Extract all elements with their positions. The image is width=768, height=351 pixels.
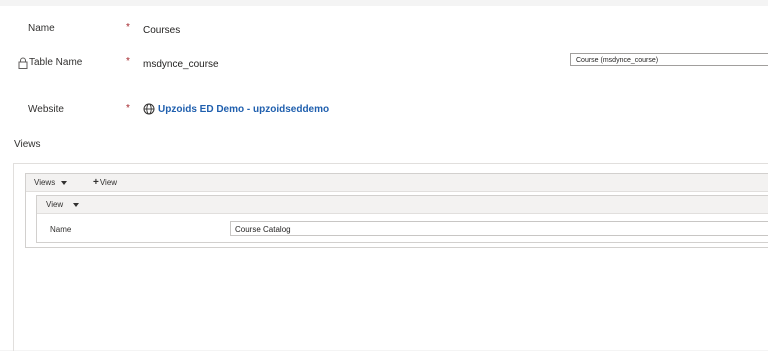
form-page: Name * Courses Table Name * msdynce_cour… <box>0 6 768 351</box>
view-toolbar: View <box>37 196 768 214</box>
views-dropdown[interactable]: Views <box>34 174 68 191</box>
views-dropdown-label: Views <box>34 178 56 187</box>
required-marker: * <box>126 22 130 33</box>
views-toolbar: Views +View <box>26 174 768 192</box>
website-link[interactable]: Upzoids ED Demo - upzoidseddemo <box>158 103 329 117</box>
chevron-down-icon <box>61 180 68 185</box>
lock-icon <box>18 57 28 69</box>
view-panel: View Name Course Catalog <box>36 195 768 243</box>
plus-icon: + <box>93 177 99 188</box>
views-panel: Views +View View Name Course Catalog <box>25 173 768 248</box>
chevron-down-icon <box>73 202 80 207</box>
add-view-button[interactable]: +View <box>93 174 117 191</box>
views-section-label: Views <box>14 139 41 150</box>
globe-icon <box>143 103 155 115</box>
add-view-label: View <box>99 178 118 187</box>
view-dropdown-label: View <box>46 200 64 209</box>
name-row: Name * Courses <box>0 22 768 42</box>
view-name-input[interactable]: Course Catalog <box>230 221 768 236</box>
website-label: Website <box>28 104 64 115</box>
website-row: Website * Upzoids ED Demo - upzoidseddem… <box>0 103 768 123</box>
table-name-label: Table Name <box>29 57 83 68</box>
table-name-value: msdynce_course <box>143 59 219 70</box>
name-label: Name <box>28 23 55 34</box>
required-marker: * <box>126 103 130 114</box>
views-container: Views +View View Name Course Catalog <box>13 163 768 351</box>
name-value[interactable]: Courses <box>143 24 180 38</box>
table-lookup-field[interactable]: Course (msdynce_course) <box>570 53 768 66</box>
required-marker: * <box>126 56 130 67</box>
view-dropdown[interactable]: View <box>46 196 80 213</box>
view-name-label: Name <box>50 225 72 234</box>
